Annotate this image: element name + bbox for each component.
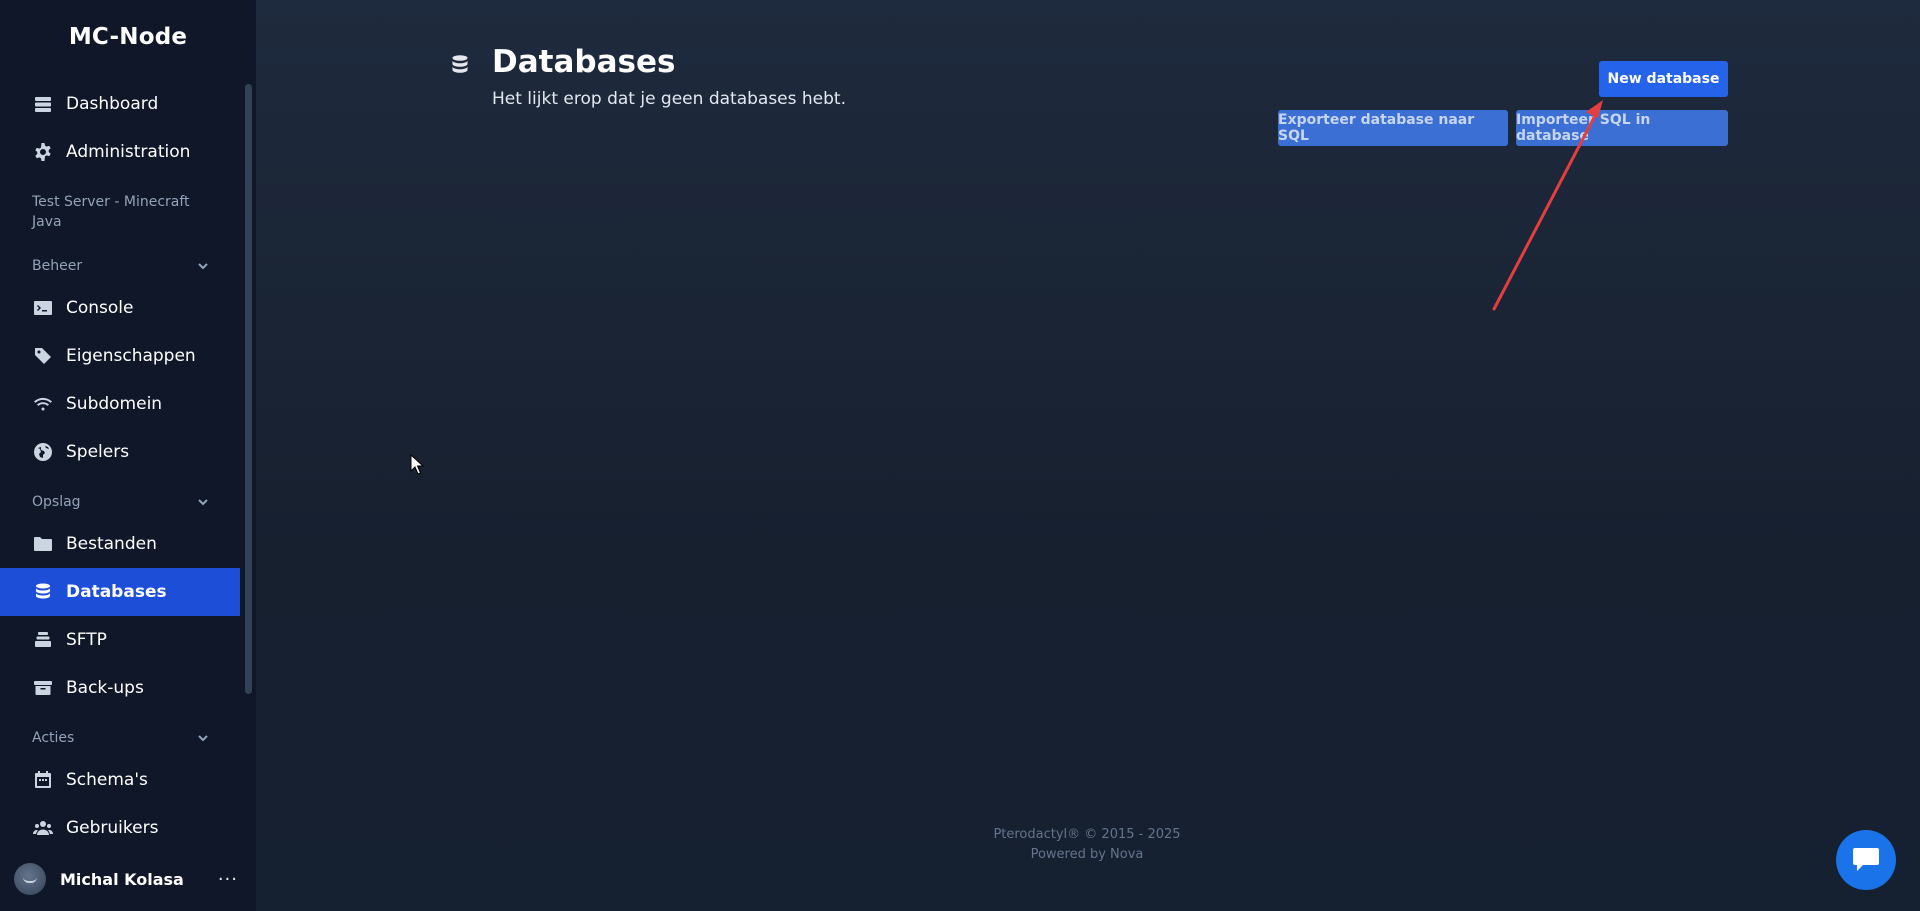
mouse-cursor-icon [410,454,424,475]
chevron-down-icon [196,731,210,745]
sidebar-item-label: Schema's [66,770,148,790]
footer-copyright: Pterodactyl® © 2015 - 2025 [993,827,1181,842]
wifi-icon [32,393,54,415]
sidebar-item-label: Dashboard [66,94,159,114]
sidebar-item-label: Subdomein [66,394,163,414]
sidebar-item-label: Spelers [66,442,130,462]
more-options-icon[interactable]: ··· [218,869,238,890]
database-icon [450,54,470,78]
calendar-icon [32,769,54,791]
chevron-down-icon [196,495,210,509]
chat-button[interactable] [1836,830,1896,890]
sidebar-item-administration[interactable]: Administration [0,128,240,176]
sidebar-item-sftp[interactable]: SFTP [0,616,240,664]
sidebar-item-gebruikers[interactable]: Gebruikers [0,804,240,852]
sidebar-item-eigenschappen[interactable]: Eigenschappen [0,332,240,380]
gear-icon [32,141,54,163]
empty-state-message: Het lijkt erop dat je geen databases heb… [492,89,846,109]
new-database-button[interactable]: New database [1599,61,1728,97]
sidebar-item-label: Console [66,298,134,318]
sidebar-item-label: Gebruikers [66,818,159,838]
section-beheer[interactable]: Beheer [32,254,210,278]
sidebar-item-label: Eigenschappen [66,346,196,366]
sidebar-item-bestanden[interactable]: Bestanden [0,520,240,568]
section-label: Acties [32,730,75,746]
page-title: Databases [492,44,676,80]
sidebar-item-back-ups[interactable]: Back-ups [0,664,240,712]
globe-icon [32,441,54,463]
section-acties[interactable]: Acties [32,726,210,750]
sidebar-item-schemas[interactable]: Schema's [0,756,240,804]
import-sql-button[interactable]: Importeer SQL in database [1516,110,1728,146]
layers-icon [32,629,54,651]
tag-icon [32,345,54,367]
sidebar-item-databases[interactable]: Databases [0,568,240,616]
server-stack-icon [32,93,54,115]
chevron-down-icon [196,259,210,273]
sidebar: MC-Node Dashboard Administration Test Se… [0,0,256,911]
folder-icon [32,533,54,555]
sidebar-item-label: Back-ups [66,678,144,698]
section-opslag[interactable]: Opslag [32,490,210,514]
avatar [14,863,46,895]
sidebar-scrollbar[interactable] [245,84,252,694]
archive-icon [32,677,54,699]
sidebar-item-dashboard[interactable]: Dashboard [0,80,240,128]
sidebar-item-label: SFTP [66,630,107,650]
brand-logo[interactable]: MC-Node [0,24,256,50]
sidebar-item-label: Databases [66,582,167,602]
section-label: Opslag [32,494,81,510]
sidebar-item-label: Administration [66,142,191,162]
sidebar-item-spelers[interactable]: Spelers [0,428,240,476]
server-name: Test Server - Minecraft Java [32,194,190,230]
terminal-icon [32,297,54,319]
chat-icon [1853,848,1879,871]
section-label: Beheer [32,258,83,274]
users-icon [32,817,54,839]
sidebar-item-label: Bestanden [66,534,157,554]
user-profile[interactable]: Michal Kolasa ··· [14,862,244,896]
footer-powered-by: Powered by Nova [1030,847,1144,862]
sidebar-item-subdomein[interactable]: Subdomein [0,380,240,428]
export-sql-button[interactable]: Exporteer database naar SQL [1278,110,1508,146]
sidebar-item-console[interactable]: Console [0,284,240,332]
user-name: Michal Kolasa [60,869,184,889]
database-icon [32,581,54,603]
